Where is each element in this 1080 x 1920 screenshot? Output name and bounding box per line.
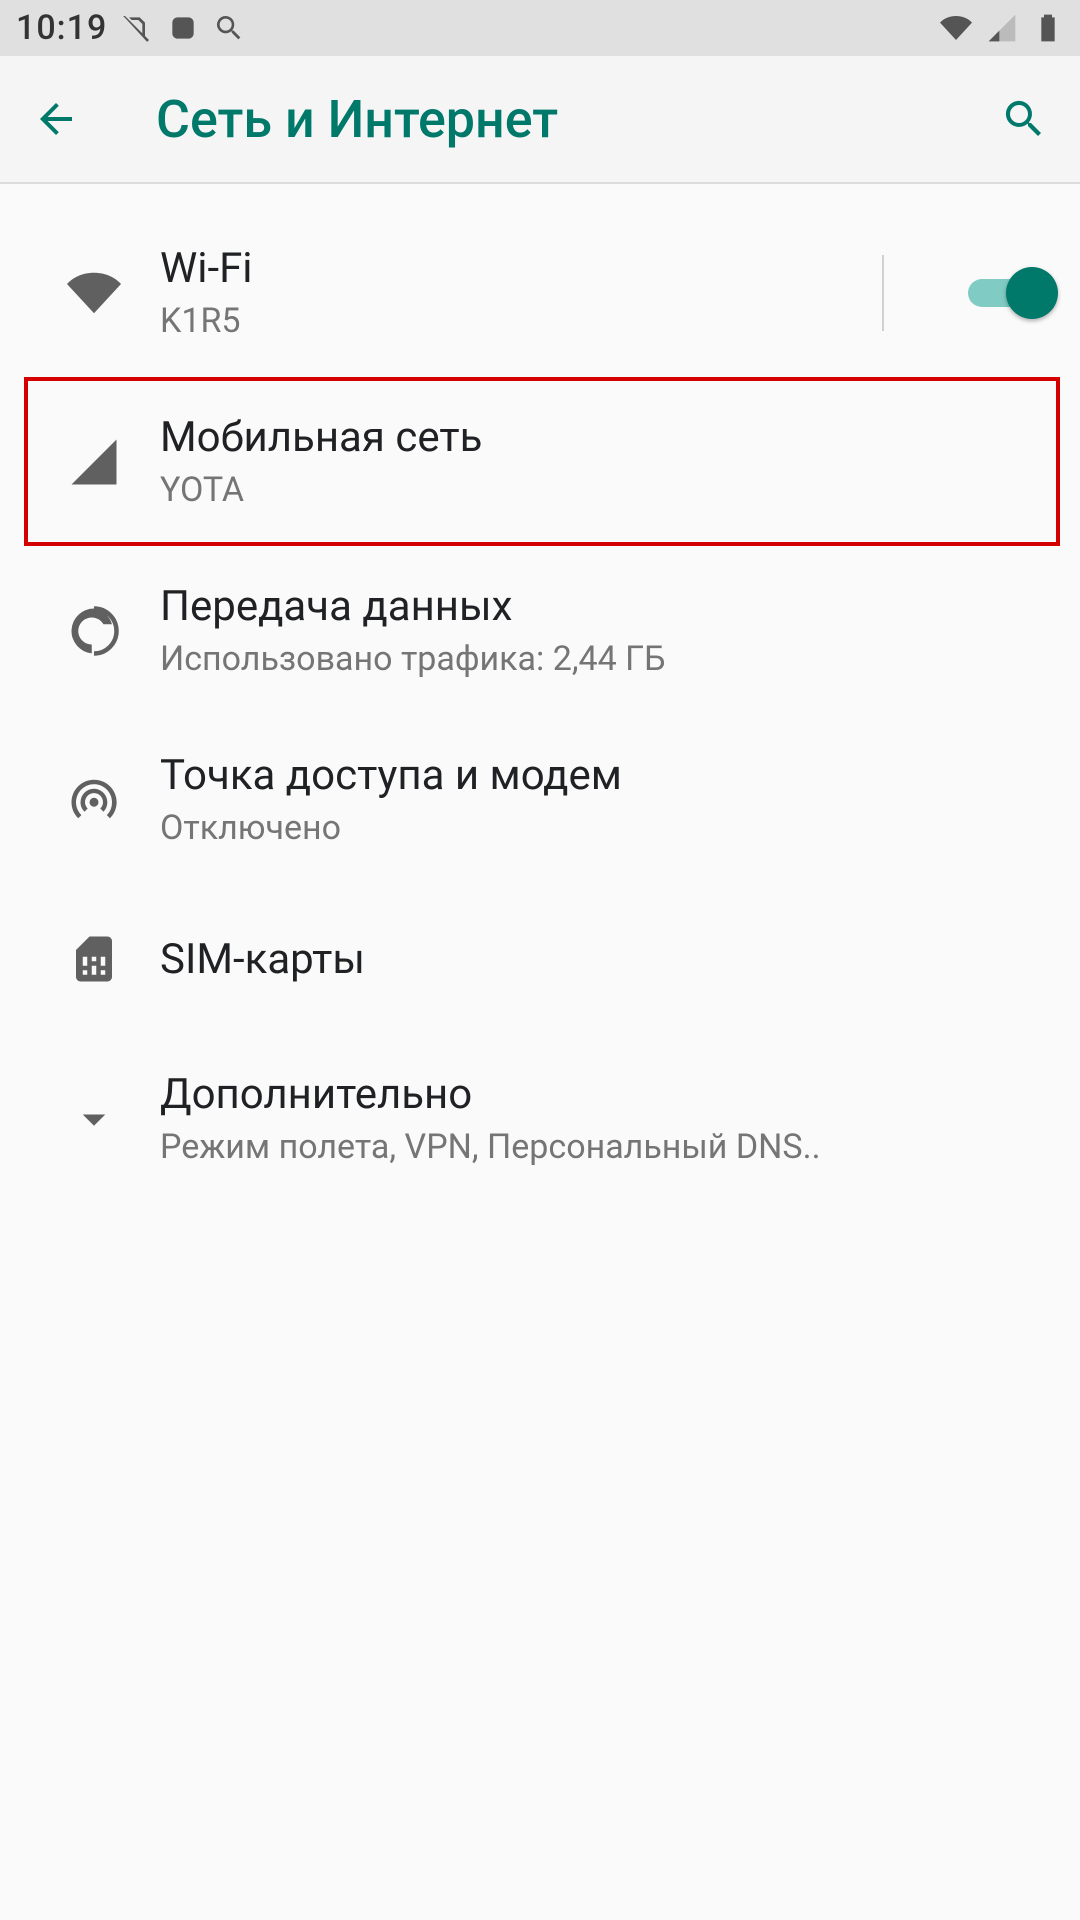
data-usage-icon bbox=[28, 604, 160, 658]
item-subtitle: Использовано трафика: 2,44 ГБ bbox=[160, 639, 1052, 679]
chevron-down-icon bbox=[28, 1092, 160, 1146]
cell-signal-icon bbox=[28, 435, 160, 489]
item-title: Точка доступа и модем bbox=[160, 751, 1052, 800]
sim-card-icon bbox=[28, 932, 160, 986]
item-subtitle: Режим полета, VPN, Персональный DNS.. bbox=[160, 1127, 860, 1167]
status-bar: 10:19 bbox=[0, 0, 1080, 56]
settings-item-sim-cards[interactable]: SIM-карты bbox=[0, 884, 1080, 1034]
back-button[interactable] bbox=[28, 91, 84, 147]
settings-item-data-usage[interactable]: Передача данных Использовано трафика: 2,… bbox=[0, 546, 1080, 715]
search-button[interactable] bbox=[996, 91, 1052, 147]
item-title: Wi-Fi bbox=[160, 244, 882, 293]
settings-item-advanced[interactable]: Дополнительно Режим полета, VPN, Персона… bbox=[0, 1034, 1080, 1203]
app-square-icon bbox=[167, 12, 199, 44]
item-subtitle: YOTA bbox=[160, 470, 1052, 510]
no-sim-icon bbox=[121, 12, 153, 44]
battery-icon bbox=[1032, 12, 1064, 44]
settings-list: Wi-Fi K1R5 Мобильная сеть YOTA Передача … bbox=[0, 184, 1080, 1203]
settings-item-wifi[interactable]: Wi-Fi K1R5 bbox=[0, 208, 1080, 377]
divider bbox=[882, 255, 884, 331]
item-title: Мобильная сеть bbox=[160, 413, 1052, 462]
status-time: 10:19 bbox=[16, 8, 107, 48]
item-title: Передача данных bbox=[160, 582, 1052, 631]
app-bar: Сеть и Интернет bbox=[0, 56, 1080, 184]
wifi-icon bbox=[28, 266, 160, 320]
item-subtitle: K1R5 bbox=[160, 301, 882, 341]
item-title: Дополнительно bbox=[160, 1070, 1052, 1119]
item-title: SIM-карты bbox=[160, 935, 1052, 984]
page-title: Сеть и Интернет bbox=[156, 89, 996, 150]
cell-signal-icon bbox=[986, 12, 1018, 44]
wifi-toggle[interactable] bbox=[968, 271, 1052, 315]
wifi-status-icon bbox=[940, 12, 972, 44]
settings-item-hotspot[interactable]: Точка доступа и модем Отключено bbox=[0, 715, 1080, 884]
item-subtitle: Отключено bbox=[160, 808, 1052, 848]
settings-item-mobile-network[interactable]: Мобильная сеть YOTA bbox=[0, 377, 1080, 546]
hotspot-icon bbox=[28, 773, 160, 827]
search-status-icon bbox=[213, 12, 245, 44]
